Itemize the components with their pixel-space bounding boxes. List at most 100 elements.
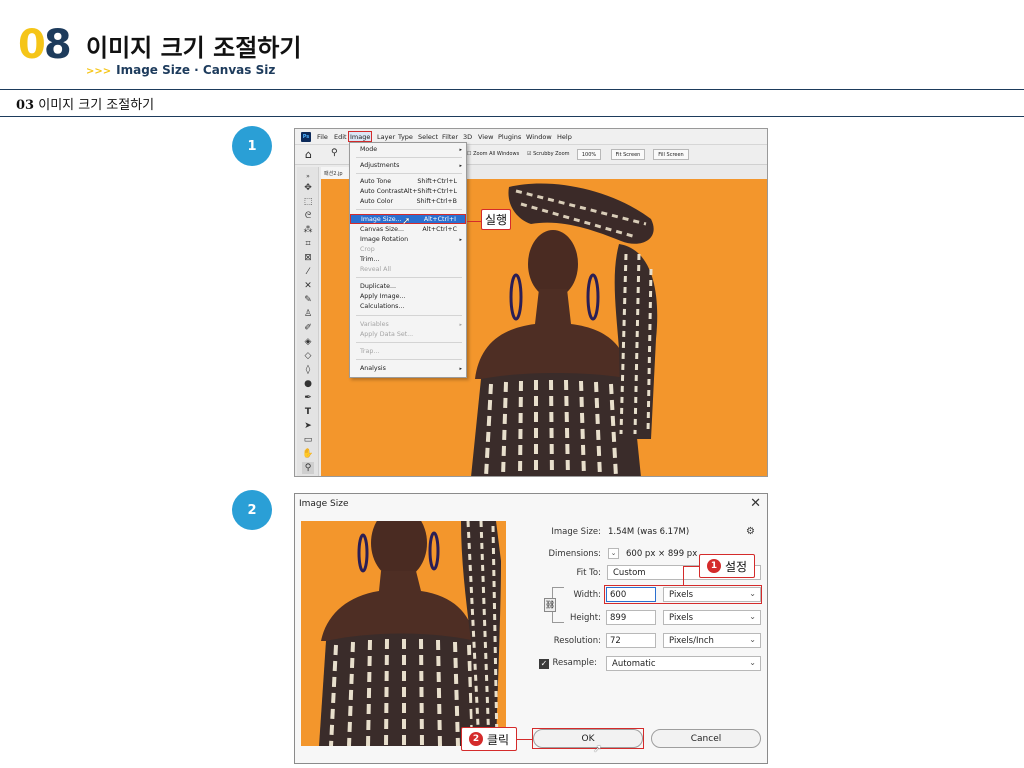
menu-plugins[interactable]: Plugins [498, 133, 521, 141]
chevron-down-icon: ⌄ [749, 612, 756, 621]
menu-window[interactable]: Window [526, 133, 552, 141]
menu-view[interactable]: View [478, 133, 493, 141]
menu-item-auto-color[interactable]: Auto Color Shift+Ctrl+B [350, 197, 466, 207]
callout-number-badge: 2 [468, 732, 483, 746]
menu-help[interactable]: Help [557, 133, 572, 141]
zoom-tool-icon[interactable]: ⚲ [302, 462, 314, 474]
gear-icon[interactable]: ⚙ [746, 526, 755, 537]
step-badge-1: 1 [232, 126, 272, 166]
tools-panel: » ✥ ⬚ ᘓ ⁂ ⌗ ⊠ ⁄ ✕ ✎ ♙ ✐ ◈ ◇ ◊ ● ✒ T ➤ ▭ … [297, 167, 319, 476]
menu-item-apply-image[interactable]: Apply Image... [350, 292, 466, 302]
callout-setting: 1 설정 [699, 554, 755, 578]
menu-item-image-rotation[interactable]: Image Rotation ▸ [350, 235, 466, 245]
crop-tool-icon[interactable]: ⌗ [302, 238, 314, 250]
menu-item-crop: Crop [360, 246, 375, 253]
step-badge-2: 2 [232, 490, 272, 530]
dimensions-dropdown-icon[interactable]: ⌄ [608, 548, 619, 559]
move-tool-icon[interactable]: ✥ [302, 182, 314, 194]
dodge-tool-icon[interactable]: ● [302, 378, 314, 390]
model-preview-photo [301, 521, 506, 746]
header-divider [0, 89, 1024, 90]
constrain-bracket-top [552, 587, 564, 588]
lasso-tool-icon[interactable]: ᘓ [302, 210, 314, 222]
chapter-title: 이미지 크기 조절하기 [86, 34, 302, 62]
path-selection-icon[interactable]: ➤ [302, 420, 314, 432]
menu-image[interactable]: Image [348, 131, 373, 142]
image-menu-dropdown: Mode ▸ Adjustments ▸ Auto Tone Shift+Ctrl+L… [349, 142, 467, 378]
rectangle-tool-icon[interactable]: ▭ [302, 434, 314, 446]
callout-connector [467, 221, 481, 222]
callout-click: 2 클릭 [461, 727, 517, 751]
photoshop-logo-icon: Ps [301, 132, 311, 142]
chevron-down-icon: ⌄ [749, 635, 756, 644]
menu-item-mode[interactable]: Mode ▸ [350, 145, 466, 155]
callout-connector [517, 739, 532, 740]
resolution-unit-select[interactable]: Pixels/Inch ⌄ [663, 633, 761, 648]
pen-tool-icon[interactable]: ✒ [302, 392, 314, 404]
menu-item-analysis[interactable]: Analysis ▸ [350, 364, 466, 374]
paint-bucket-icon[interactable]: ◇ [302, 350, 314, 362]
link-icon[interactable]: ⛓ [544, 598, 556, 612]
close-icon[interactable]: ✕ [750, 496, 761, 511]
eyedropper-icon[interactable]: ⁄ [302, 266, 314, 278]
zoom-all-checkbox[interactable]: ☐ Zoom All Windows [467, 151, 519, 157]
menu-item-auto-tone[interactable]: Auto Tone Shift+Ctrl+L [350, 177, 466, 187]
image-preview[interactable] [301, 521, 506, 746]
fill-screen-button[interactable]: Fill Screen [653, 149, 689, 160]
chapter-number: 08 [18, 22, 72, 68]
menu-separator [356, 342, 462, 343]
fit-to-label: Fit To: [576, 568, 601, 578]
menu-item-duplicate[interactable]: Duplicate... [350, 282, 466, 292]
menu-item-auto-contrast[interactable]: Auto Contrast Alt+Shift+Ctrl+L [350, 187, 466, 197]
menu-item-calculations[interactable]: Calculations... [350, 302, 466, 312]
tutorial-page: 08 이미지 크기 조절하기 >>> Image Size · Canvas Si… [0, 0, 1024, 768]
menu-item-trim[interactable]: Trim... [350, 255, 466, 265]
menu-file[interactable]: File [317, 133, 328, 141]
dialog-title: Image Size [299, 499, 349, 509]
menu-item-apply-data-set: Apply Data Set... [360, 331, 414, 338]
stamp-tool-icon[interactable]: ♙ [302, 308, 314, 320]
scrubby-zoom-checkbox[interactable]: ☑ Scrubby Zoom [527, 151, 570, 157]
magic-wand-icon[interactable]: ⁂ [302, 224, 314, 236]
brush-tool-icon[interactable]: ✎ [302, 294, 314, 306]
height-unit-select[interactable]: Pixels ⌄ [663, 610, 761, 625]
dimensions-value: 600 px × 899 px [626, 549, 698, 559]
submenu-arrow-icon: ▸ [459, 163, 462, 169]
width-label: Width: [573, 590, 601, 600]
height-input[interactable]: 899 [606, 610, 656, 625]
menu-layer[interactable]: Layer [377, 133, 395, 141]
section-number: 03 [16, 98, 35, 113]
menu-3d[interactable]: 3D [463, 133, 472, 141]
section-divider [0, 116, 1024, 117]
type-tool-icon[interactable]: T [302, 406, 314, 418]
submenu-arrow-icon: ▸ [459, 147, 462, 153]
menu-type[interactable]: Type [398, 133, 413, 141]
blur-tool-icon[interactable]: ◊ [302, 364, 314, 376]
image-size-label: Image Size: [551, 527, 601, 537]
callout-connector [683, 566, 699, 567]
history-brush-icon[interactable]: ✐ [302, 322, 314, 334]
resample-label: Resample: [552, 658, 597, 668]
cancel-button[interactable]: Cancel [651, 729, 761, 748]
chevron-down-icon: ⌄ [749, 658, 756, 667]
menu-filter[interactable]: Filter [442, 133, 458, 141]
width-highlight-box [604, 585, 762, 604]
frame-tool-icon[interactable]: ⊠ [302, 252, 314, 264]
zoom-icon[interactable]: ⚲ [331, 148, 338, 158]
menu-edit[interactable]: Edit [334, 133, 347, 141]
home-icon[interactable]: ⌂ [305, 148, 312, 161]
eraser-tool-icon[interactable]: ◈ [302, 336, 314, 348]
menu-select[interactable]: Select [418, 133, 438, 141]
menu-separator [356, 277, 462, 278]
image-size-dialog: Image Size ✕ Image Size: 1.54M (was 6.17… [294, 493, 768, 764]
zoom-100-button[interactable]: 100% [577, 149, 601, 160]
fit-screen-button[interactable]: Fit Screen [611, 149, 645, 160]
resolution-input[interactable]: 72 [606, 633, 656, 648]
menu-item-variables: Variables ▸ [360, 321, 462, 328]
hand-tool-icon[interactable]: ✋ [302, 448, 314, 460]
healing-brush-icon[interactable]: ✕ [302, 280, 314, 292]
resample-select[interactable]: Automatic ⌄ [606, 656, 761, 671]
marquee-tool-icon[interactable]: ⬚ [302, 196, 314, 208]
callout-connector [683, 566, 684, 585]
menu-item-adjustments[interactable]: Adjustments ▸ [350, 161, 466, 171]
